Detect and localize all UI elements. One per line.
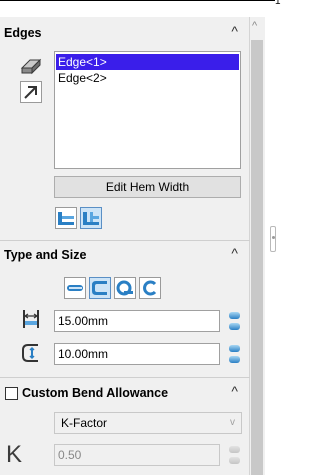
- hem-inside-button[interactable]: [55, 207, 77, 229]
- spin-up-button[interactable]: [227, 310, 242, 321]
- list-item-edge-2[interactable]: Edge<2>: [56, 70, 239, 86]
- gap-distance-spinner[interactable]: [227, 343, 242, 365]
- reverse-direction-icon: [24, 86, 37, 99]
- section-divider: [0, 240, 250, 241]
- edge-select-icon: [20, 58, 42, 75]
- closed-hem-icon: [67, 285, 83, 291]
- section-divider: [0, 377, 250, 378]
- length-icon: [23, 310, 39, 328]
- spin-down-button[interactable]: [227, 455, 242, 466]
- gap-distance-input[interactable]: 10.00mm: [54, 343, 220, 365]
- panel-collapse-handle[interactable]: [270, 226, 276, 252]
- type-size-section-header[interactable]: Type and Size ^: [4, 245, 244, 265]
- bend-allowance-section-title: Custom Bend Allowance: [22, 386, 169, 400]
- edit-hem-width-button[interactable]: Edit Hem Width: [54, 176, 241, 198]
- hem-inside-icon: [58, 212, 74, 225]
- k-factor-label: K: [6, 441, 23, 468]
- bend-allowance-section-header[interactable]: Custom Bend Allowance ^: [22, 383, 244, 403]
- chevron-down-icon: v: [230, 417, 235, 428]
- open-hem-button[interactable]: [89, 277, 111, 299]
- edges-section-title: Edges: [4, 26, 42, 40]
- edges-section-header[interactable]: Edges ^: [4, 23, 244, 43]
- tear-drop-hem-button[interactable]: [114, 277, 136, 299]
- spin-up-button[interactable]: [227, 343, 242, 354]
- length-input[interactable]: 15.00mm: [54, 310, 220, 332]
- hem-outside-icon: [83, 212, 99, 225]
- spin-down-button[interactable]: [227, 354, 242, 365]
- collapse-caret-icon[interactable]: ^: [231, 23, 238, 39]
- bend-allowance-type-select[interactable]: K-Factor v: [54, 412, 242, 434]
- spin-down-button[interactable]: [227, 321, 242, 332]
- window-top-border: [0, 0, 275, 4]
- tear-drop-hem-icon: [116, 280, 133, 296]
- k-factor-input[interactable]: 0.50: [54, 444, 220, 466]
- gap-distance-icon: [22, 344, 38, 362]
- k-factor-spinner[interactable]: [227, 444, 242, 466]
- length-spinner[interactable]: [227, 310, 242, 332]
- scroll-up-icon[interactable]: ^: [252, 20, 257, 32]
- type-size-section-title: Type and Size: [4, 248, 87, 262]
- open-hem-icon: [92, 281, 107, 295]
- scrollbar-thumb[interactable]: [251, 40, 263, 475]
- rolled-hem-icon: [143, 280, 157, 296]
- collapse-caret-icon[interactable]: ^: [231, 245, 238, 261]
- custom-bend-allowance-checkbox[interactable]: [5, 387, 18, 400]
- list-item-edge-1[interactable]: Edge<1>: [56, 54, 239, 70]
- bend-allowance-type-value: K-Factor: [61, 416, 108, 430]
- reverse-direction-button[interactable]: [20, 81, 42, 103]
- hem-outside-button[interactable]: [80, 207, 102, 229]
- spin-up-button[interactable]: [227, 444, 242, 455]
- top-ruler-text: 1: [275, 0, 285, 4]
- rolled-hem-button[interactable]: [139, 277, 161, 299]
- edges-list[interactable]: Edge<1> Edge<2>: [54, 51, 241, 169]
- collapse-caret-icon[interactable]: ^: [231, 383, 238, 399]
- handle-dot-icon: [272, 236, 275, 239]
- closed-hem-button[interactable]: [64, 277, 86, 299]
